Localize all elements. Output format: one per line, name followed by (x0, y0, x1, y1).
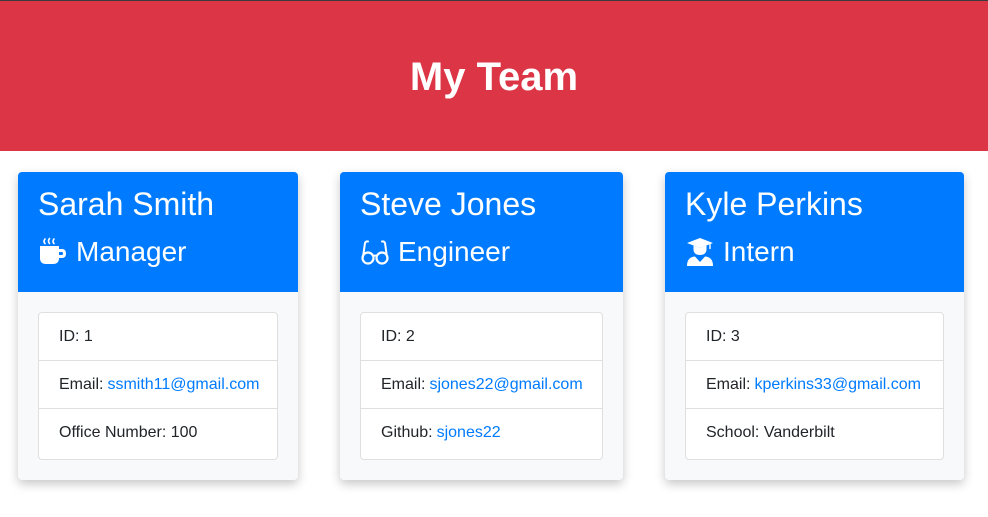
employee-details: ID: 1 Email: ssmith11@gmail.com Office Nu… (38, 312, 278, 460)
employee-role-label: Manager (76, 236, 187, 267)
employee-details: ID: 3 Email: kperkins33@gmail.com School:… (685, 312, 944, 460)
employee-name: Sarah Smith (38, 186, 215, 222)
employee-role-label: Engineer (398, 236, 511, 267)
detail-label: ID: (381, 327, 402, 345)
employee-card-intern: Kyle Perkins Intern ID: 3 Email: kperkins… (665, 172, 964, 480)
page-banner: My Team (0, 1, 988, 151)
detail-github: Github: sjones22 (361, 409, 602, 457)
detail-id: ID: 3 (686, 313, 943, 361)
detail-email: Email: sjones22@gmail.com (361, 361, 602, 409)
detail-email: Email: kperkins33@gmail.com (686, 361, 943, 409)
detail-value: 1 (83, 327, 93, 345)
employee-name: Steve Jones (360, 186, 537, 222)
github-link[interactable]: sjones22 (437, 424, 501, 442)
employee-name: Kyle Perkins (685, 186, 863, 222)
detail-value: 2 (405, 327, 415, 345)
page-title: My Team (409, 54, 579, 99)
email-link[interactable]: kperkins33@gmail.com (754, 376, 921, 394)
detail-value: 3 (730, 327, 740, 345)
detail-school: School: Vanderbilt (686, 409, 943, 457)
detail-label: ID: (59, 327, 80, 345)
graduate-icon (685, 237, 715, 267)
glasses-icon (360, 237, 390, 267)
detail-id: ID: 2 (361, 313, 602, 361)
card-header: Kyle Perkins Intern (665, 172, 964, 292)
detail-label: Github: (381, 424, 433, 441)
card-header: Sarah Smith Manager (18, 172, 298, 292)
employee-card-engineer: Steve Jones Engineer ID: 2 Email: sjones2… (340, 172, 623, 480)
detail-label: Email: (706, 375, 751, 393)
employee-card-manager: Sarah Smith Manager ID: 1 Email: ssmith11… (18, 172, 298, 480)
detail-value: 100 (170, 424, 198, 441)
email-link[interactable]: sjones22@gmail.com (429, 376, 582, 394)
detail-email: Email: ssmith11@gmail.com (39, 361, 277, 409)
coffee-cup-icon (38, 237, 68, 267)
employee-details: ID: 2 Email: sjones22@gmail.com Github: sj… (360, 312, 603, 460)
detail-label: Email: (59, 375, 104, 393)
card-header: Steve Jones Engineer (340, 172, 623, 292)
detail-label: ID: (706, 327, 727, 345)
employee-role: Engineer (360, 236, 510, 268)
detail-label: Email: (381, 375, 426, 393)
email-link[interactable]: ssmith11@gmail.com (107, 376, 259, 394)
detail-value: Vanderbilt (763, 424, 835, 441)
detail-label: Office Number: (59, 424, 167, 441)
detail-id: ID: 1 (39, 313, 277, 361)
employee-role: Manager (38, 236, 187, 268)
employee-role: Intern (685, 236, 795, 268)
detail-office-number: Office Number: 100 (39, 409, 277, 457)
detail-label: School: (706, 424, 760, 441)
employee-role-label: Intern (723, 236, 795, 267)
